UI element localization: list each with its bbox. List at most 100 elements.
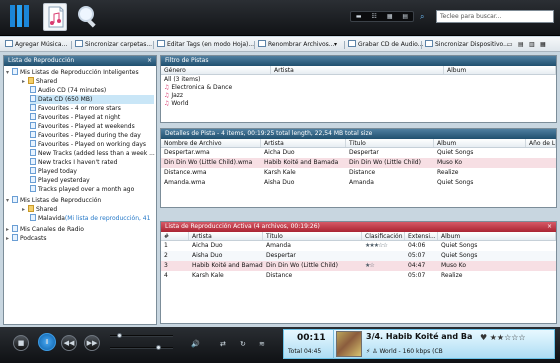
tree-podcasts[interactable]: ▸ Podcasts: [6, 234, 46, 243]
details-col-filename[interactable]: Nombre de Archivo: [161, 139, 261, 147]
tree-item-malavida[interactable]: Malavida (Mi lista de reproducción, 41: [30, 214, 150, 223]
rating-stars[interactable]: ★★☆☆☆: [490, 333, 526, 342]
table-row[interactable]: 3 Habib Koité and Bamada Din Din Wo (Littl…: [161, 261, 556, 271]
burn-cd-icon: [348, 40, 356, 47]
filter-col-genre[interactable]: Género: [161, 66, 271, 74]
search-input[interactable]: Teclee para buscar...: [436, 10, 554, 23]
active-col-length[interactable]: Extensi...: [405, 232, 438, 240]
edit-tags-button[interactable]: Editar Tags (en modo Hoja)...: [157, 40, 254, 50]
active-col-rating[interactable]: Clasificación: [362, 232, 405, 240]
tree-smart-playlists[interactable]: ▾ Mis Listas de Reproducción Inteligentes: [6, 68, 139, 77]
pause-button[interactable]: Ⅱ: [38, 333, 56, 351]
playlist-icon: [30, 131, 36, 138]
volume-handle[interactable]: [156, 345, 161, 350]
rename-dropdown-icon[interactable]: ▾: [334, 40, 337, 50]
table-row[interactable]: Din Din Wo (Little Child).wma Habib Koité…: [161, 158, 556, 168]
tree-item-fav-weekends[interactable]: Favourites - Played at weekends: [30, 122, 135, 131]
burn-cd-button[interactable]: Grabar CD de Audio...: [348, 40, 423, 50]
rename-files-icon: [258, 40, 266, 47]
layout-two-icon[interactable]: ▤: [518, 40, 524, 50]
tree-item-fav-night[interactable]: Favourites - Played at night: [30, 113, 120, 122]
genre-jazz[interactable]: ♫ Jazz: [164, 92, 553, 100]
playlist-icon: [30, 149, 36, 156]
rating-stars: [362, 251, 405, 261]
rename-files-button[interactable]: Renombrar Archivos...: [258, 40, 335, 50]
folder-icon: [28, 77, 34, 84]
search-mode-icon[interactable]: [76, 3, 100, 31]
playlist-icon: [30, 140, 36, 147]
repeat-icon[interactable]: ↻: [240, 340, 246, 348]
view-album-icon[interactable]: ▦: [382, 12, 398, 21]
close-icon[interactable]: ×: [147, 56, 152, 66]
tree-item-played-yesterday[interactable]: Played yesterday: [30, 176, 90, 185]
details-col-year[interactable]: Año de La: [526, 139, 556, 147]
tree-item-fav-workdays[interactable]: Favourites - Played on working days: [30, 140, 146, 149]
library-mode-icon[interactable]: [9, 3, 33, 31]
details-col-title[interactable]: Título: [346, 139, 434, 147]
details-title: Detalles de Pista - 4 items, 00:19:25 to…: [161, 129, 556, 139]
active-col-title[interactable]: Título: [263, 232, 362, 240]
sound-icon[interactable]: 🔊: [191, 340, 200, 348]
volume-slider[interactable]: [110, 347, 173, 349]
table-row[interactable]: Distance.wma Karsh Kale Distance Realize: [161, 168, 556, 178]
tree-radio-channels[interactable]: ▸ Mis Canales de Radio: [6, 225, 84, 234]
table-row[interactable]: 4 Karsh Kale Distance 05:07 Realize: [161, 271, 556, 281]
tree-item-shared[interactable]: ▸ Shared: [22, 77, 57, 86]
genre-world[interactable]: ♫ World: [164, 100, 553, 108]
tree-item-new-tracks[interactable]: New Tracks (added less than a week ...: [30, 149, 155, 158]
tree-my-playlists[interactable]: ▾ Mis Listas de Reproducción: [6, 196, 101, 205]
music-note-icon: ♫: [164, 84, 170, 91]
tree-item-played-today[interactable]: Played today: [30, 167, 77, 176]
genre-electronica[interactable]: ♫ Electronica & Dance: [164, 84, 553, 92]
layout-three-icon[interactable]: ▥: [529, 40, 535, 50]
genre-all[interactable]: All (3 items): [164, 76, 553, 84]
previous-button[interactable]: ◀◀: [61, 335, 77, 351]
tree-item-audio-cd[interactable]: Audio CD (74 minutes): [30, 86, 106, 95]
filter-col-album[interactable]: Album: [444, 66, 556, 74]
track-title: 3/4. Habib Koité and Ba: [366, 332, 473, 341]
table-row[interactable]: Despertar.wma Aicha Duo Despertar Quiet Son…: [161, 148, 556, 158]
details-col-artist[interactable]: Artista: [261, 139, 346, 147]
track-filter-panel: Filtro de Pistas Género Artista Album Al…: [160, 55, 557, 123]
active-col-artist[interactable]: Artista: [189, 232, 263, 240]
active-col-album[interactable]: Album: [438, 232, 556, 240]
tree-item-data-cd[interactable]: Data CD (650 MB): [30, 95, 154, 104]
next-button[interactable]: ▶▶: [84, 335, 100, 351]
table-row[interactable]: 2 Aisha Duo Despertar 05:07 Quiet Songs: [161, 251, 556, 261]
tree-item-played-month[interactable]: Tracks played over a month ago: [30, 185, 134, 194]
active-header: # Artista Título Clasificación Extensi..…: [161, 232, 556, 241]
heart-icon[interactable]: ♥: [480, 333, 487, 342]
layout-four-icon[interactable]: ▦: [540, 40, 546, 50]
tree-item-shared-2[interactable]: ▸ Shared: [22, 205, 57, 214]
filter-header: Género Artista Album: [161, 66, 556, 75]
active-col-number[interactable]: #: [161, 232, 189, 240]
edit-tags-icon: [157, 40, 165, 47]
tree-item-not-rated[interactable]: New tracks I haven't rated: [30, 158, 117, 167]
details-header: Nombre de Archivo Artista Título Album A…: [161, 139, 556, 148]
table-row[interactable]: 1 Aicha Duo Amanda ★★★☆☆ 04:06 Quiet Songs: [161, 241, 556, 251]
filter-col-artist[interactable]: Artista: [271, 66, 444, 74]
playlist-icon: [30, 185, 36, 192]
view-list-icon[interactable]: ☷: [367, 12, 383, 21]
sync-device-button[interactable]: Sincronizar Dispositivo...: [425, 40, 509, 50]
playlist-mode-icon[interactable]: [43, 3, 67, 31]
stop-button[interactable]: ■: [13, 335, 29, 351]
layout-one-icon[interactable]: ▭: [507, 40, 513, 50]
details-col-album[interactable]: Album: [434, 139, 526, 147]
table-row[interactable]: Amanda.wma Aisha Duo Amanda Quiet Songs: [161, 178, 556, 188]
add-music-button[interactable]: Agregar Música...: [5, 40, 67, 50]
view-details-icon[interactable]: ▬: [351, 12, 367, 21]
tree-item-fav-day[interactable]: Favourites - Played during the day: [30, 131, 141, 140]
equalizer-icon[interactable]: ≋: [259, 340, 265, 348]
rating-stars: ★★★☆☆: [365, 242, 388, 249]
time-display: 00:11 Total 04:45: [283, 329, 334, 359]
total-time: Total 04:45: [288, 348, 322, 355]
search-options-icon[interactable]: ⌕: [420, 11, 432, 23]
shuffle-icon[interactable]: ⇄: [220, 340, 226, 348]
view-grid-icon[interactable]: ▤: [398, 12, 414, 21]
close-icon[interactable]: ×: [547, 222, 552, 232]
current-time: 00:11: [297, 333, 326, 343]
sync-folders-button[interactable]: Sincronizar carpetas...: [75, 40, 152, 50]
tree-item-fav-4-stars[interactable]: Favourites - 4 or more stars: [30, 104, 121, 113]
seek-handle[interactable]: [117, 333, 122, 338]
